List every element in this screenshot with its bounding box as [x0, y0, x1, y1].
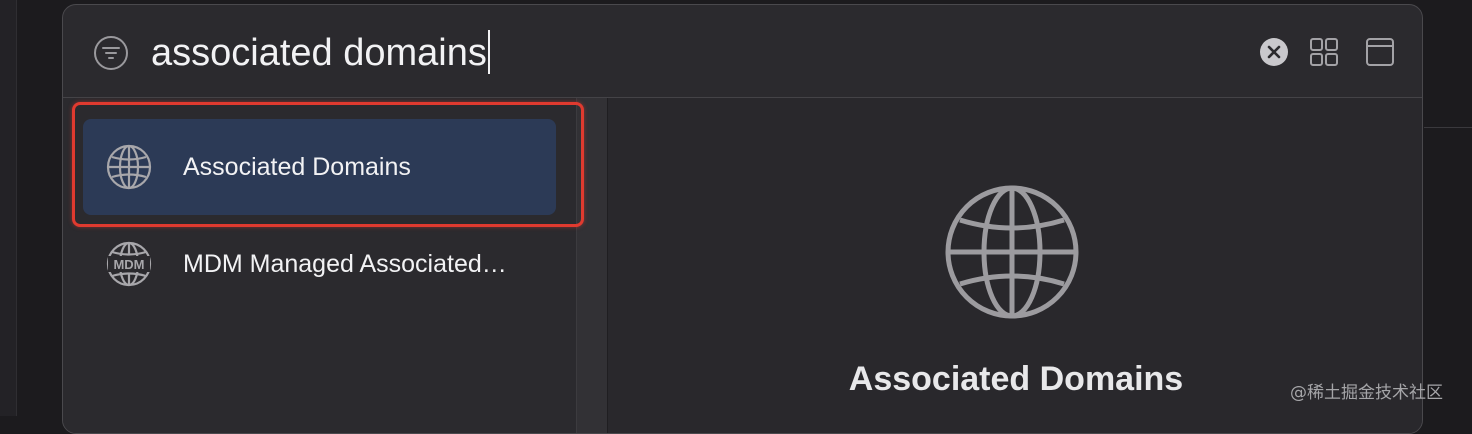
- text-caret: [487, 29, 490, 74]
- search-bar: associated domains: [63, 5, 1422, 98]
- globe-icon: [945, 185, 1079, 319]
- watermark: @稀土掘金技术社区: [1290, 383, 1443, 403]
- mdm-badge-text: MDM: [113, 257, 144, 272]
- mdm-globe-icon: MDM: [106, 241, 152, 287]
- annotation-highlight-box: [72, 102, 584, 227]
- result-item-label: MDM Managed Associated…: [183, 250, 507, 278]
- search-input[interactable]: associated domains: [151, 27, 490, 79]
- clear-icon[interactable]: [1260, 38, 1288, 66]
- filter-icon[interactable]: [93, 35, 129, 71]
- background-window-edge: [0, 0, 17, 416]
- search-query: associated domains: [151, 32, 487, 74]
- window-icon[interactable]: [1365, 37, 1395, 67]
- background-divider: [1424, 127, 1472, 128]
- result-item-mdm-managed-associated-domains[interactable]: MDM MDM Managed Associated…: [83, 216, 556, 312]
- grid-view-icon[interactable]: [1310, 38, 1338, 66]
